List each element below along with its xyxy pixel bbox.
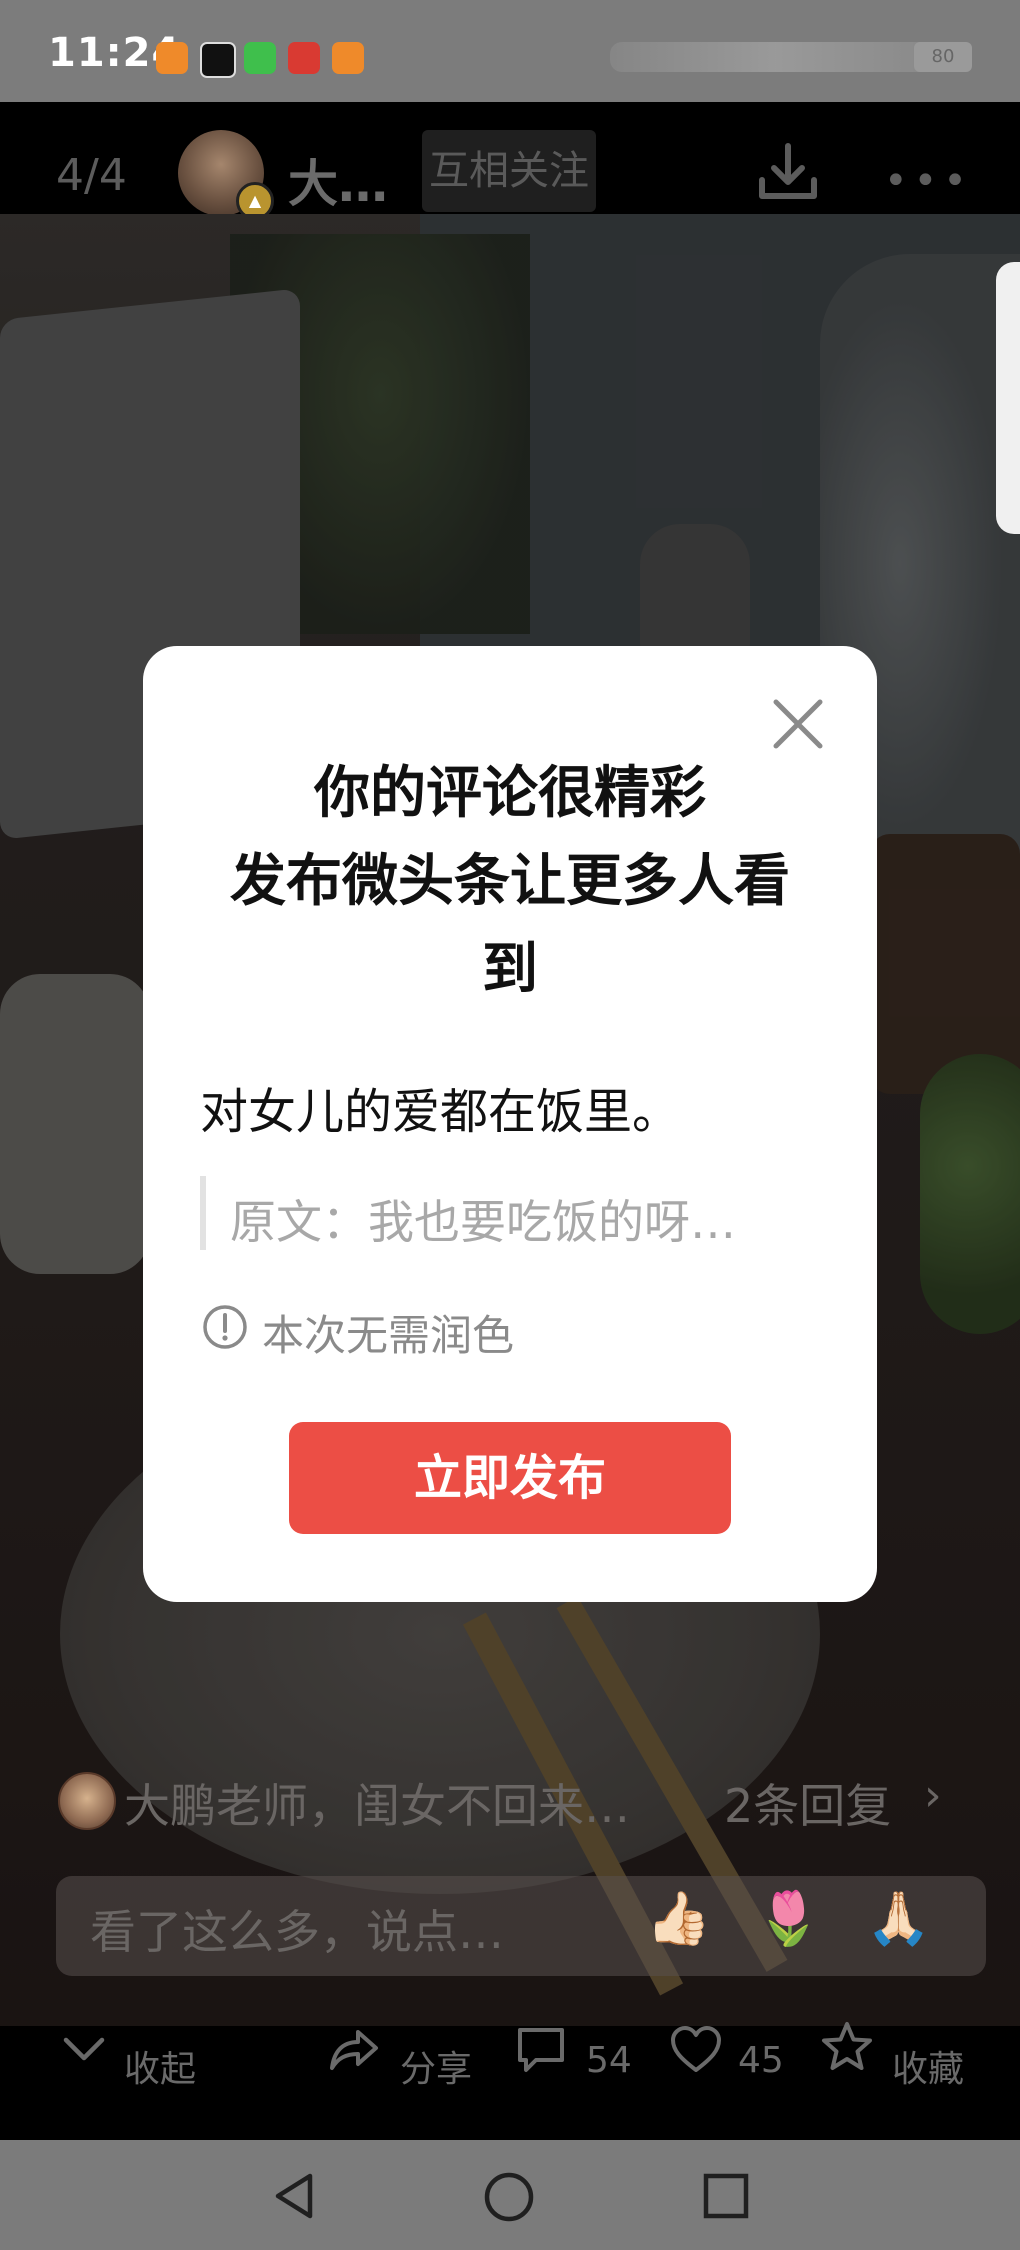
news-app-icon [288,42,320,74]
heart-icon[interactable] [670,2024,722,2074]
pray-emoji-button[interactable]: 🙏🏻 [866,1888,931,1949]
tiktok-app-icon [200,42,236,78]
reply-count-link[interactable]: 2条回复 [724,1770,891,1836]
side-panel-handle[interactable] [996,262,1020,534]
share-icon[interactable] [328,2022,380,2074]
download-icon[interactable] [756,140,820,204]
close-icon[interactable] [770,696,826,752]
battery-icon: 80 [914,42,972,72]
favorite-button[interactable]: 收藏 [892,2040,964,2092]
status-indicators [610,42,940,72]
page-indicator: 4/4 [56,150,127,201]
comment-count[interactable]: 54 [586,2040,632,2081]
comment-text: 对女儿的爱都在饭里。 [200,1084,681,1140]
recents-icon[interactable] [702,2172,750,2220]
chevron-down-icon[interactable] [62,2026,106,2070]
quote-bar [200,1176,206,1250]
comment-preview-text[interactable]: 大鹏老师，闺女不回来… [124,1770,630,1836]
like-count[interactable]: 45 [738,2040,784,2081]
thumbs-up-emoji-button[interactable]: 👍🏻 [646,1888,711,1949]
follow-button[interactable]: 互相关注 [422,130,596,212]
more-options-icon[interactable]: ••• [884,158,973,204]
home-icon[interactable] [482,2170,536,2224]
toutiao-app-icon [332,42,364,74]
star-icon[interactable] [820,2020,874,2074]
publish-button[interactable]: 立即发布 [289,1422,731,1534]
wechat-app-icon [244,42,276,74]
share-button[interactable]: 分享 [400,2040,472,2092]
flower-emoji-button[interactable]: 🌷 [756,1888,821,1949]
collapse-button[interactable]: 收起 [124,2040,196,2092]
chevron-right-icon[interactable]: › [924,1770,942,1821]
commenter-avatar[interactable] [58,1772,116,1830]
author-name[interactable]: 大… [288,144,388,216]
info-text: 本次无需润色 [262,1311,515,1360]
original-content: 我也要吃饭的呀… [368,1195,736,1249]
info-icon [203,1305,247,1349]
dialog-title-line-3: 到 [482,937,538,1002]
toutiao-app-icon [156,42,188,74]
comment-input-placeholder: 看了这么多，说点… [90,1905,504,1959]
comment-icon[interactable] [516,2024,566,2074]
original-text: 原文：我也要吃饭的呀… [230,1186,736,1252]
dialog-title-line-1: 你的评论很精彩 [314,761,706,826]
dialog-title-line-2: 发布微头条让更多人看 [230,849,790,914]
original-prefix: 原文： [230,1195,368,1249]
back-icon[interactable] [268,2170,320,2222]
